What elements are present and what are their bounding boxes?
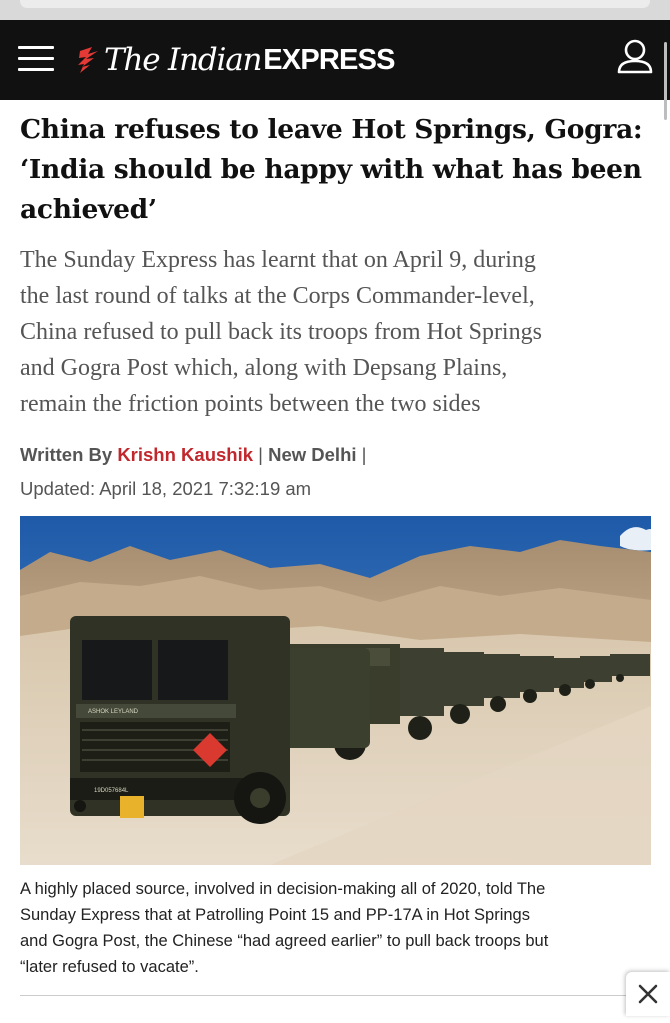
- close-icon: [638, 984, 658, 1004]
- photo-caption: A highly placed source, involved in deci…: [20, 876, 650, 980]
- article-headline: China refuses to leave Hot Springs, Gogr…: [20, 110, 660, 230]
- byline-label: Written By: [20, 444, 113, 465]
- hamburger-menu-icon-bar: [18, 68, 54, 71]
- flame-logo-icon: [78, 47, 98, 73]
- browser-address-bar[interactable]: [20, 0, 650, 8]
- standfirst-line: and Gogra Post which, along with Depsang…: [20, 355, 508, 381]
- byline-city: New Delhi: [268, 444, 357, 465]
- article-byline: Written By Krishn Kaushik | New Delhi | …: [20, 438, 660, 506]
- caption-line: A highly placed source, involved in deci…: [20, 880, 546, 898]
- byline-separator: |: [361, 444, 367, 465]
- author-link[interactable]: Krishn Kaushik: [117, 444, 253, 465]
- standfirst-line: the last round of talks at the Corps Com…: [20, 283, 535, 309]
- headline-line: achieved’: [20, 194, 157, 225]
- close-ad-button[interactable]: [626, 972, 670, 1016]
- site-logo[interactable]: The Indian EXPRESS: [76, 40, 395, 80]
- truck-brand-text: ASHOK LEYLAND: [88, 709, 139, 715]
- content-divider: [20, 995, 650, 996]
- byline-separator: |: [258, 444, 263, 465]
- byline-row: Written By Krishn Kaushik | New Delhi |: [20, 438, 660, 472]
- logo-wordmark-express: EXPRESS: [263, 43, 395, 76]
- hamburger-menu-icon: [18, 46, 54, 49]
- standfirst-line: The Sunday Express has learnt that on Ap…: [20, 247, 536, 273]
- caption-line: “later refused to vacate”.: [20, 958, 199, 976]
- user-account-icon: [617, 39, 653, 74]
- article-photo[interactable]: ASHOK LEYLAND 19D057684L: [20, 516, 651, 865]
- standfirst-line: remain the friction points between the t…: [20, 391, 481, 417]
- scrollbar-thumb[interactable]: [664, 42, 667, 120]
- article-standfirst: The Sunday Express has learnt that on Ap…: [20, 242, 660, 422]
- site-header: The Indian EXPRESS: [0, 20, 670, 120]
- photo-convoy-illustration: ASHOK LEYLAND 19D057684L: [20, 516, 651, 865]
- headline-line: China refuses to leave Hot Springs, Gogr…: [20, 114, 643, 145]
- hamburger-menu-icon-bar: [18, 57, 54, 60]
- browser-top-strip: [0, 0, 670, 20]
- caption-line: Sunday Express that at Patrolling Point …: [20, 906, 530, 924]
- logo-wordmark-the: The Indian: [104, 42, 262, 78]
- standfirst-line: China refused to pull back its troops fr…: [20, 319, 542, 345]
- caption-line: and Gogra Post, the Chinese “had agreed …: [20, 932, 549, 950]
- menu-button[interactable]: [18, 42, 56, 78]
- updated-timestamp: Updated: April 18, 2021 7:32:19 am: [20, 478, 312, 499]
- headline-line: ‘India should be happy with what has bee…: [20, 154, 642, 185]
- truck-plate-text: 19D057684L: [94, 788, 129, 794]
- user-account-button[interactable]: [615, 38, 655, 78]
